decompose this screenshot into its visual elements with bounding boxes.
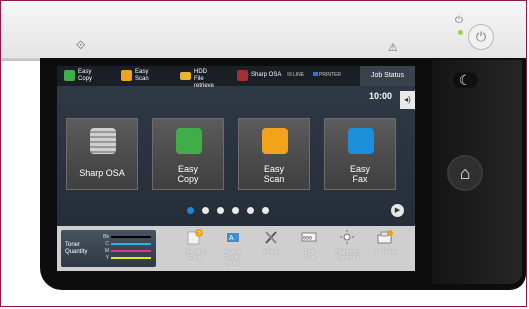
easy-scan-icon bbox=[262, 128, 288, 154]
total-count-icon: 000 bbox=[300, 229, 318, 245]
enlarge-display-icon: A bbox=[224, 229, 242, 245]
page-dot[interactable] bbox=[262, 207, 269, 214]
next-page-arrow-icon[interactable]: ▶ bbox=[391, 204, 404, 217]
total-count-button[interactable]: 000 Total Count bbox=[290, 229, 328, 269]
line-label: LINE bbox=[293, 72, 305, 78]
sharp-osa-card-label: Sharp OSA bbox=[79, 168, 125, 178]
toner-row-m: M bbox=[101, 248, 153, 254]
operation-guide-button[interactable]: ? Operation Guide bbox=[176, 229, 214, 269]
toner-row-c: C bbox=[101, 241, 153, 247]
easy-fax-card[interactable]: Easy Fax bbox=[324, 118, 396, 190]
easy-scan-card[interactable]: Easy Scan bbox=[238, 118, 310, 190]
folder-icon bbox=[180, 72, 191, 80]
status-sharp-osa-label: Sharp OSA bbox=[251, 72, 282, 78]
enlarge-display-button[interactable]: A Enlarge Display Mode bbox=[214, 229, 252, 269]
brightness-adjustment-button[interactable]: Brightness Adjustment bbox=[328, 229, 366, 269]
line-indicator-icon bbox=[287, 72, 292, 76]
svg-text:000: 000 bbox=[303, 236, 312, 242]
toner-row-bk: Bk bbox=[101, 234, 153, 240]
svg-text:A: A bbox=[229, 235, 234, 242]
speaker-icon[interactable]: ◂) bbox=[400, 91, 415, 109]
page-dot[interactable] bbox=[217, 207, 224, 214]
sharp-osa-card[interactable]: Sharp OSA bbox=[66, 118, 138, 190]
status-easy-copy-label: Easy Copy bbox=[78, 69, 93, 82]
sharp-osa-icon bbox=[237, 70, 248, 81]
clock: 10:00 bbox=[369, 91, 393, 101]
settings-label: Settings bbox=[261, 249, 281, 255]
toner-bar bbox=[111, 257, 151, 259]
easy-copy-icon bbox=[64, 70, 75, 81]
page-dot[interactable] bbox=[187, 207, 194, 214]
toner-bar bbox=[111, 236, 151, 238]
toner-row-y: Y bbox=[101, 255, 153, 261]
sharp-osa-icon bbox=[90, 128, 116, 154]
page-dot[interactable] bbox=[232, 207, 239, 214]
toner-name: Bk bbox=[103, 234, 109, 240]
easy-copy-card-label: Easy Copy bbox=[177, 164, 199, 184]
settings-button[interactable]: Settings bbox=[252, 229, 290, 269]
total-count-label: Total Count bbox=[302, 249, 316, 261]
easy-scan-card-label: Easy Scan bbox=[263, 164, 285, 184]
power-led bbox=[458, 30, 463, 35]
operation-guide-label: Operation Guide bbox=[184, 249, 206, 261]
toner-name: C bbox=[105, 241, 109, 247]
job-status-icon bbox=[376, 229, 394, 245]
toner-name: M bbox=[104, 248, 109, 254]
job-status-tab[interactable]: Job Status bbox=[360, 66, 415, 86]
toner-quantity-label: Toner Quantity bbox=[65, 242, 88, 255]
status-easy-scan-label: Easy Scan bbox=[135, 69, 149, 82]
page-dot[interactable] bbox=[202, 207, 209, 214]
brightness-icon bbox=[338, 229, 356, 245]
energy-save-button[interactable]: ☾ bbox=[450, 70, 480, 90]
job-status-label: Job Status bbox=[373, 249, 397, 255]
toner-bar bbox=[111, 250, 151, 252]
printer-indicator-icon bbox=[313, 72, 318, 76]
toner-bar bbox=[111, 243, 151, 245]
toner-name: Y bbox=[105, 255, 109, 261]
brightness-adjustment-label: Brightness Adjustment bbox=[334, 249, 360, 261]
easy-fax-card-label: Easy Fax bbox=[349, 164, 370, 184]
status-bar: Easy Copy Easy Scan HDD File retrieve Sh… bbox=[57, 66, 415, 89]
easy-copy-card[interactable]: Easy Copy bbox=[152, 118, 224, 190]
touch-screen: Easy Copy Easy Scan HDD File retrieve Sh… bbox=[57, 66, 415, 271]
toner-quantity-widget: Toner Quantity Bk C M Y bbox=[61, 230, 156, 267]
status-hdd-label: HDD File retrieve bbox=[194, 69, 215, 89]
printer-label: PRINTER bbox=[319, 72, 341, 78]
easy-copy-icon bbox=[176, 128, 202, 154]
enlarge-display-label: Enlarge Display Mode bbox=[224, 249, 242, 267]
power-button[interactable]: ⏻ bbox=[468, 24, 494, 50]
power-status-icon: ⏻ bbox=[455, 15, 463, 26]
bottom-toolbar: Toner Quantity Bk C M Y ? Operation Guid… bbox=[57, 226, 415, 271]
page-dot[interactable] bbox=[247, 207, 254, 214]
job-status-button[interactable]: Job Status bbox=[366, 229, 404, 269]
wifi-direct-icon: ⟐ bbox=[76, 38, 86, 52]
operation-guide-icon: ? bbox=[186, 229, 204, 245]
warning-icon: ⚠ bbox=[388, 42, 398, 54]
easy-scan-icon bbox=[121, 70, 132, 81]
home-button[interactable]: ⌂ bbox=[447, 155, 483, 191]
settings-icon bbox=[262, 229, 280, 245]
easy-fax-icon bbox=[348, 128, 374, 154]
